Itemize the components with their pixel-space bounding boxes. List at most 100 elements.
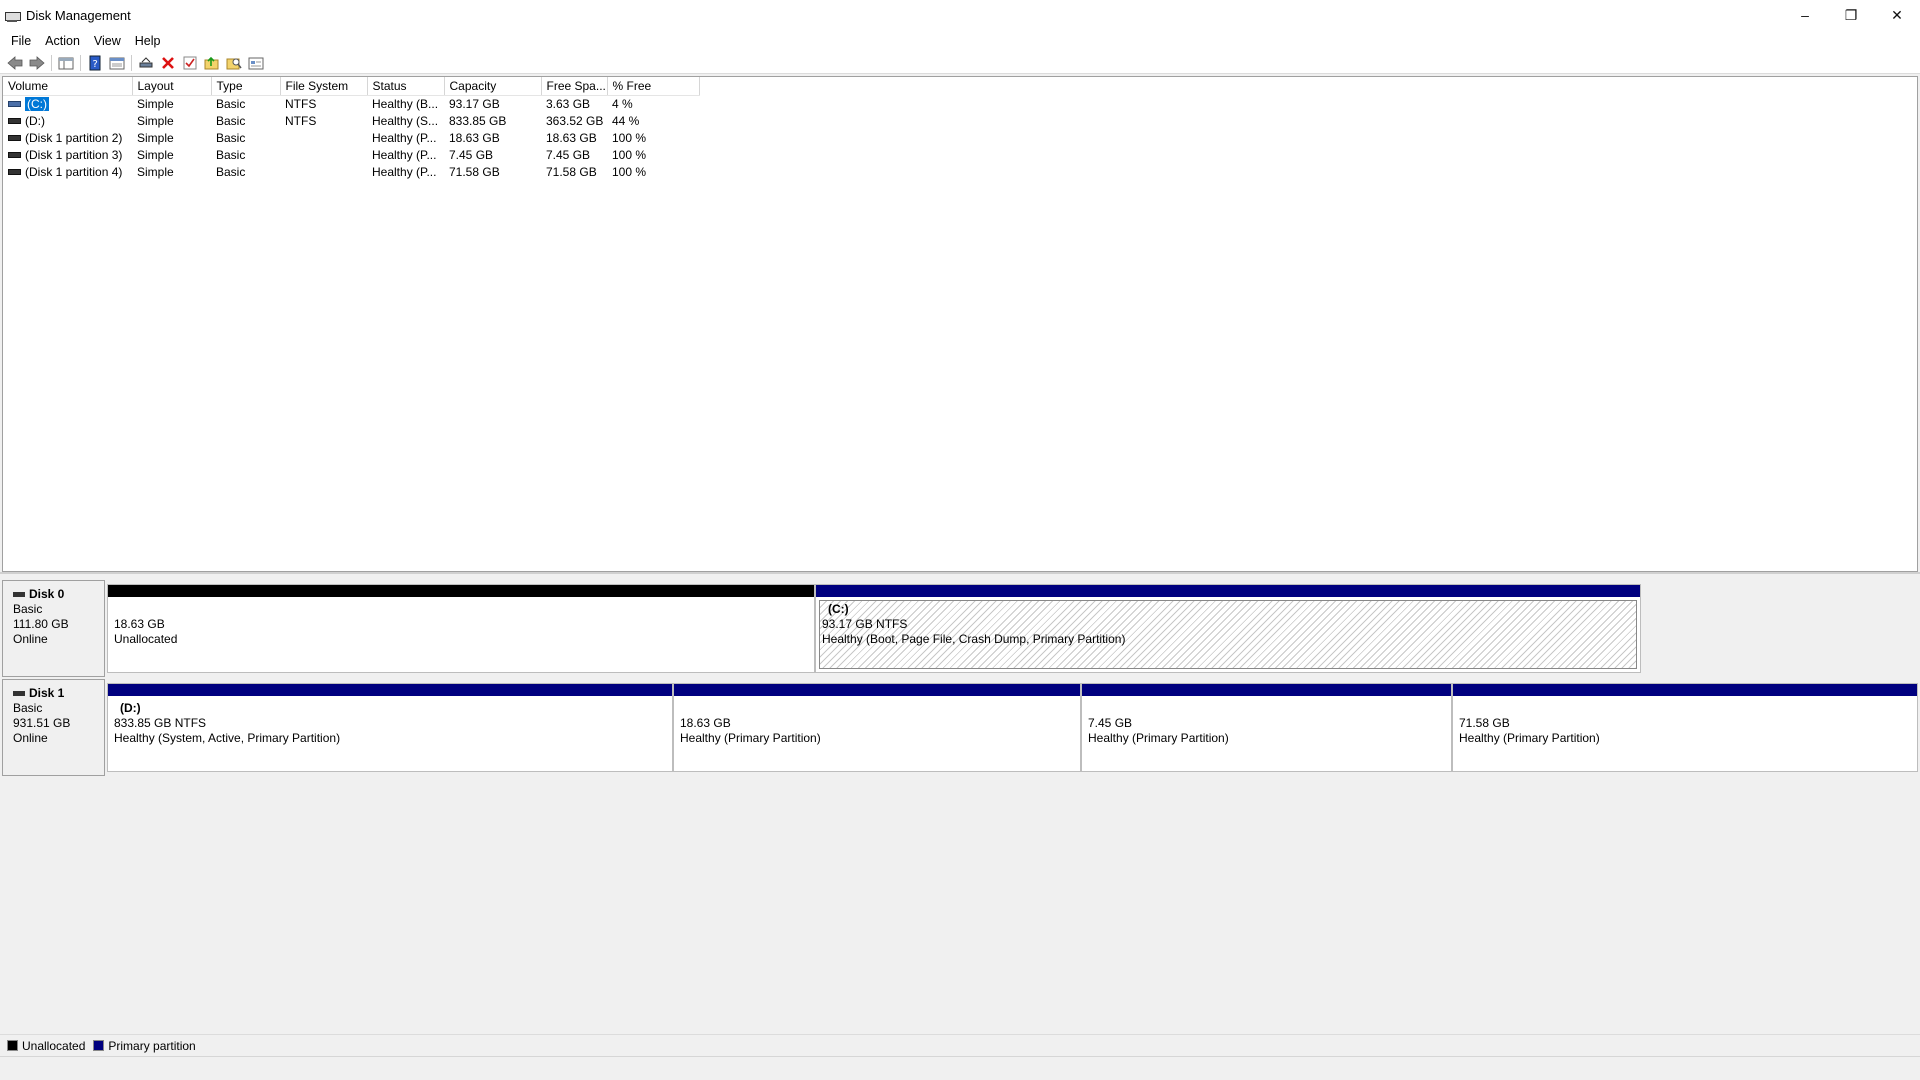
delete-icon[interactable] [157,53,179,73]
table-row[interactable]: (C:) Simple Basic NTFS Healthy (B... 93.… [3,95,699,112]
column-header-volume[interactable]: Volume [3,77,133,96]
partition-d[interactable]: (D:) 833.85 GB NTFS Healthy (System, Act… [107,683,673,772]
partition-status: Healthy (Primary Partition) [1088,731,1229,745]
column-header-free-space[interactable]: Free Spa... [541,77,608,96]
capacity-cell: 18.63 GB [449,130,500,145]
menu-action[interactable]: Action [38,34,87,48]
disk-0-label[interactable]: Disk 0 Basic 111.80 GB Online [2,580,105,677]
partition-c[interactable]: (C:) 93.17 GB NTFS Healthy (Boot, Page F… [815,584,1641,673]
primary-partition-bar [108,684,672,696]
menu-help[interactable]: Help [128,34,168,48]
status-bar [0,1056,1920,1080]
file-system-cell [280,129,367,146]
table-header-row: Volume Layout Type File System Status Ca… [3,77,700,96]
disk-icon [13,592,25,597]
partition-disk1-3[interactable]: 7.45 GB Healthy (Primary Partition) [1081,683,1452,772]
percent-free-cell: 100 % [612,164,647,179]
partition-name: (D:) [120,701,141,715]
volume-icon [8,168,21,175]
layout-cell: Simple [137,147,174,162]
status-cell: Healthy (P... [372,147,437,162]
primary-partition-bar [1082,684,1451,696]
new-folder-up-icon[interactable] [201,53,223,73]
status-cell: Healthy (P... [372,164,437,179]
minimize-button[interactable]: – [1782,0,1828,30]
close-button[interactable]: ✕ [1874,0,1920,30]
connect-icon[interactable] [135,53,157,73]
partition-status: Unallocated [114,632,178,646]
volume-icon [8,117,21,124]
partition-disk1-2[interactable]: 18.63 GB Healthy (Primary Partition) [673,683,1081,772]
status-cell: Healthy (B... [372,96,439,111]
properties-icon[interactable] [106,53,128,73]
partition-size: 18.63 GB [114,617,165,631]
toolbar-separator [51,54,52,71]
pane-splitter[interactable] [0,572,1920,574]
volume-icon [8,100,21,107]
disk-row-0: Disk 0 Basic 111.80 GB Online 18.63 GB U… [2,580,1642,677]
primary-partition-bar [1453,684,1917,696]
column-header-file-system[interactable]: File System [280,77,368,96]
table-row[interactable]: (Disk 1 partition 4) Simple Basic Health… [3,163,699,180]
volume-icon [8,134,21,141]
legend-swatch-primary [93,1040,105,1051]
volume-icon [8,151,21,158]
partition-disk1-4[interactable]: 71.58 GB Healthy (Primary Partition) [1452,683,1918,772]
capacity-cell: 71.58 GB [449,164,500,179]
settings-pane-icon[interactable] [245,53,267,73]
partition-size: 18.63 GB [680,716,731,730]
column-header-percent-free[interactable]: % Free [607,77,700,96]
file-system-cell: NTFS [285,113,317,128]
disk-1-label[interactable]: Disk 1 Basic 931.51 GB Online [2,679,105,776]
file-system-cell: NTFS [285,96,317,111]
window-title: Disk Management [26,7,131,23]
table-row[interactable]: (Disk 1 partition 2) Simple Basic Health… [3,129,699,146]
forward-icon[interactable] [26,53,48,73]
legend-item-primary-partition: Primary partition [93,1038,196,1053]
volume-name: (D:) [25,113,45,128]
volume-table: Volume Layout Type File System Status Ca… [3,77,700,180]
column-header-status[interactable]: Status [367,77,445,96]
toolbar-separator [131,54,132,71]
file-system-cell [280,146,367,163]
partition-status: Healthy (Primary Partition) [1459,731,1600,745]
column-header-capacity[interactable]: Capacity [444,77,542,96]
disk-name: Disk 0 [29,587,65,601]
disk-kind: Basic [13,602,43,616]
partition-status: Healthy (Primary Partition) [680,731,821,745]
volume-list-pane: Volume Layout Type File System Status Ca… [2,76,1918,572]
disk-kind: Basic [13,701,43,715]
toolbar-separator [80,54,81,71]
restore-button[interactable]: ❐ [1828,0,1874,30]
back-icon[interactable] [4,53,26,73]
check-icon[interactable] [179,53,201,73]
file-system-cell [280,163,367,180]
layout-cell: Simple [137,164,174,179]
disk-state: Online [13,731,48,745]
legend-swatch-unallocated [7,1040,18,1051]
legend-label: Primary partition [108,1038,196,1053]
disk-size: 111.80 GB [13,617,69,631]
free-space-cell: 3.63 GB [546,96,591,111]
table-row[interactable]: (D:) Simple Basic NTFS Healthy (S... 833… [3,112,699,129]
partition-size: 71.58 GB [1459,716,1510,730]
column-header-layout[interactable]: Layout [132,77,212,96]
partition-unallocated[interactable]: 18.63 GB Unallocated [107,584,815,673]
volume-name: (Disk 1 partition 4) [25,164,123,179]
capacity-cell: 833.85 GB [449,113,507,128]
partition-status: Healthy (System, Active, Primary Partiti… [114,731,341,745]
svg-text:?: ? [93,59,98,70]
menu-file[interactable]: File [4,34,38,48]
menu-view[interactable]: View [87,34,128,48]
help-icon[interactable]: ? [84,53,106,73]
partition-size: 7.45 GB [1088,716,1133,730]
legend-bar: Unallocated Primary partition [0,1034,1920,1056]
search-icon[interactable] [223,53,245,73]
partition-name: (C:) [828,602,849,616]
partition-status: Healthy (Boot, Page File, Crash Dump, Pr… [822,632,1126,646]
show-hide-console-tree-icon[interactable] [55,53,77,73]
table-row[interactable]: (Disk 1 partition 3) Simple Basic Health… [3,146,699,163]
primary-partition-bar [674,684,1080,696]
disk-size: 931.51 GB [13,716,71,730]
column-header-type[interactable]: Type [211,77,281,96]
